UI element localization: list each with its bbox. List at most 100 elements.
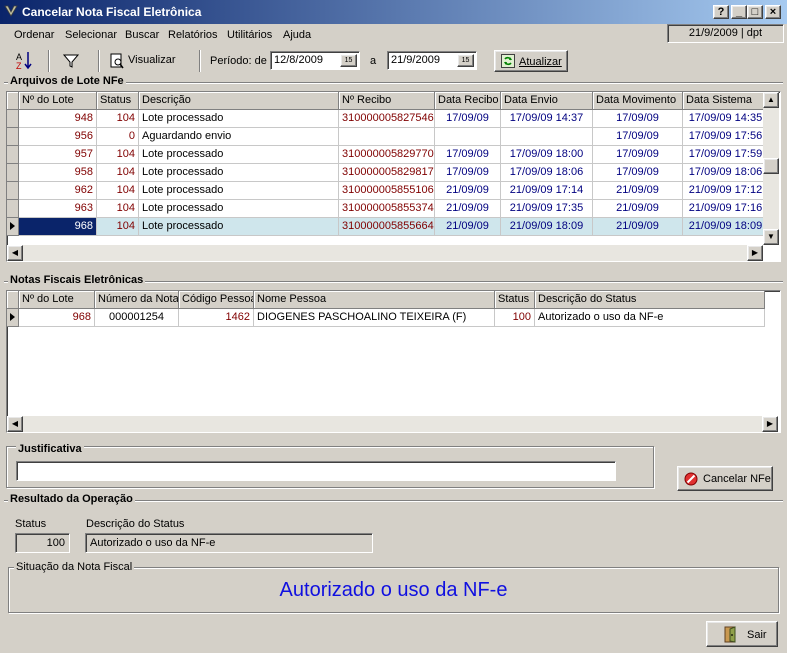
table-cell: Lote processado (139, 164, 339, 182)
menu-ajuda[interactable]: Ajuda (283, 29, 311, 41)
table-cell: 17/09/09 (435, 110, 501, 128)
table-cell: 21/09/09 17:12 (683, 182, 769, 200)
table-cell: Lote processado (139, 218, 339, 236)
filter-button[interactable] (60, 49, 84, 73)
row-indicator[interactable] (7, 110, 19, 128)
row-indicator[interactable] (7, 218, 19, 236)
menu-ordenar[interactable]: Ordenar (14, 29, 54, 41)
column-header[interactable]: Status (495, 291, 535, 309)
menu-utilitarios[interactable]: Utilitários (227, 29, 272, 41)
table-cell: 963 (19, 200, 97, 218)
periodo-label: Período: de (210, 55, 267, 67)
grid-corner (7, 92, 19, 110)
date-to-input[interactable]: 21/9/2009 15 (387, 51, 477, 70)
column-header[interactable]: Nº Recibo (339, 92, 435, 110)
cancelar-nfe-button[interactable]: Cancelar NFe (677, 466, 773, 491)
lotes-grid[interactable]: Nº do Lote Status Descrição Nº Recibo Data R… (6, 91, 781, 262)
calendar-icon[interactable]: 15 (340, 54, 357, 67)
calendar-icon[interactable]: 15 (457, 54, 474, 67)
justificativa-input[interactable] (16, 461, 616, 481)
table-cell: 17/09/09 (435, 164, 501, 182)
scroll-up-arrow-icon[interactable]: ▲ (763, 92, 779, 108)
table-cell (501, 128, 593, 146)
table-cell: 17/09/09 18:00 (501, 146, 593, 164)
horizontal-scrollbar[interactable]: ◀ ▶ (7, 416, 778, 432)
table-cell: Lote processado (139, 110, 339, 128)
close-button[interactable]: × (765, 5, 781, 19)
column-header[interactable]: Nome Pessoa (254, 291, 495, 309)
menu-buscar[interactable]: Buscar (125, 29, 159, 41)
table-cell: Aguardando envio (139, 128, 339, 146)
scroll-thumb[interactable] (763, 158, 779, 174)
row-indicator[interactable] (7, 146, 19, 164)
table-cell: 21/09/09 (593, 200, 683, 218)
column-header[interactable]: Descrição do Status (535, 291, 765, 309)
notas-group-title: Notas Fiscais Eletrônicas (8, 274, 146, 286)
notas-grid[interactable]: Nº do Lote Número da Nota Código Pessoa Nom… (6, 290, 781, 433)
column-header[interactable]: Descrição (139, 92, 339, 110)
help-button[interactable]: ? (713, 5, 729, 19)
cancelar-nfe-label: Cancelar NFe (703, 473, 771, 485)
row-indicator[interactable] (7, 164, 19, 182)
table-cell: 948 (19, 110, 97, 128)
row-indicator[interactable] (7, 200, 19, 218)
maximize-button[interactable]: □ (747, 5, 763, 19)
table-cell: Lote processado (139, 200, 339, 218)
grid-corner (7, 291, 19, 309)
row-indicator[interactable] (7, 182, 19, 200)
scroll-right-arrow-icon[interactable]: ▶ (747, 245, 763, 261)
table-cell: 21/09/09 (435, 218, 501, 236)
sort-az-icon: A Z (16, 52, 32, 71)
visualizar-button[interactable]: Visualizar (108, 49, 180, 73)
column-header[interactable]: Número da Nota (95, 291, 179, 309)
table-cell: Autorizado o uso da NF-e (535, 309, 765, 327)
date-from-input[interactable]: 12/8/2009 15 (270, 51, 360, 70)
column-header[interactable]: Data Sistema (683, 92, 769, 110)
column-header[interactable]: Nº do Lote (19, 92, 97, 110)
vertical-scrollbar[interactable]: ▲ ▼ (763, 92, 779, 245)
column-header[interactable]: Status (97, 92, 139, 110)
resultado-desc-value: Autorizado o uso da NF-e (85, 533, 373, 553)
table-cell: Lote processado (139, 182, 339, 200)
table-cell: 21/09/09 18:09 (683, 218, 769, 236)
atualizar-button[interactable]: Atualizar (494, 50, 568, 72)
column-header[interactable]: Nº do Lote (19, 291, 95, 309)
table-cell: 100 (495, 309, 535, 327)
table-cell: 0 (97, 128, 139, 146)
situacao-message: Autorizado o uso da NF-e (279, 579, 508, 601)
table-cell: 104 (97, 146, 139, 164)
row-indicator[interactable] (7, 128, 19, 146)
resultado-status-value: 100 (15, 533, 70, 553)
scroll-left-arrow-icon[interactable]: ◀ (7, 245, 23, 261)
table-cell: 17/09/09 14:35 (683, 110, 769, 128)
table-cell: 21/09/09 (593, 218, 683, 236)
table-cell: DIOGENES PASCHOALINO TEIXEIRA (F) (254, 309, 495, 327)
column-header[interactable]: Código Pessoa (179, 291, 254, 309)
sair-label: Sair (747, 629, 767, 641)
table-cell: 21/09/09 (435, 182, 501, 200)
status-date: 21/9/2009 | dpt (667, 24, 784, 43)
current-row-arrow-icon (10, 222, 15, 230)
row-indicator[interactable] (7, 309, 19, 327)
table-cell: 17/09/09 (593, 146, 683, 164)
minimize-button[interactable]: _ (731, 5, 747, 19)
sair-button[interactable]: Sair (706, 621, 778, 647)
column-header[interactable]: Data Movimento (593, 92, 683, 110)
lotes-group-title: Arquivos de Lote NFe (8, 75, 126, 87)
atualizar-label: Atualizar (519, 56, 562, 68)
column-header[interactable]: Data Envio (501, 92, 593, 110)
table-cell: 21/09/09 17:16 (683, 200, 769, 218)
table-cell: 17/09/09 17:56 (683, 128, 769, 146)
table-cell: 17/09/09 14:37 (501, 110, 593, 128)
preview-icon (110, 53, 124, 69)
sort-az-button[interactable]: A Z (12, 49, 40, 73)
table-cell: 958 (19, 164, 97, 182)
scroll-left-arrow-icon[interactable]: ◀ (7, 416, 23, 432)
menu-selecionar[interactable]: Selecionar (65, 29, 117, 41)
column-header[interactable]: Data Recibo (435, 92, 501, 110)
menu-relatorios[interactable]: Relatórios (168, 29, 218, 41)
horizontal-scrollbar[interactable]: ◀ ▶ (7, 245, 763, 261)
table-cell (435, 128, 501, 146)
scroll-down-arrow-icon[interactable]: ▼ (763, 229, 779, 245)
scroll-right-arrow-icon[interactable]: ▶ (762, 416, 778, 432)
